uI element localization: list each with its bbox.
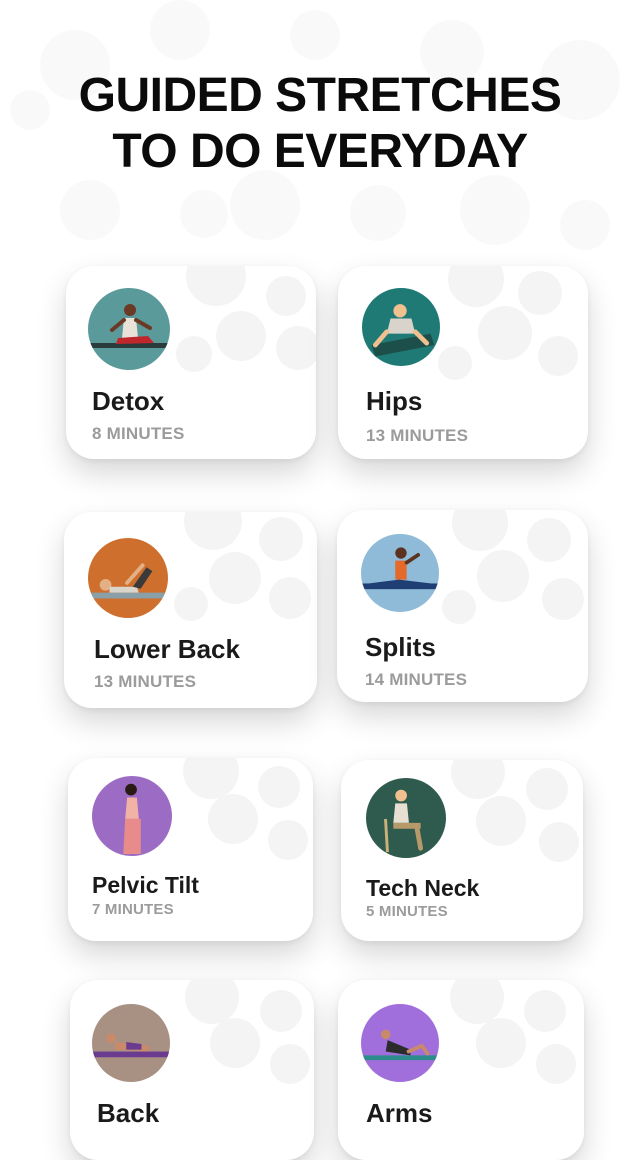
page-title-line-1: GUIDED STRETCHES (78, 69, 562, 122)
seated-phone-posture-icon (366, 778, 446, 858)
card-title: Splits (365, 632, 436, 662)
card-duration: 8 MINUTES (92, 424, 185, 443)
stretch-card-detox[interactable]: Detox 8 MINUTES (66, 266, 316, 459)
stretch-card-pelvic-tilt[interactable]: Pelvic Tilt 7 MINUTES (68, 758, 313, 941)
page-header: GUIDED STRETCHES TO DO EVERYDAY (0, 68, 640, 180)
card-title: Tech Neck (366, 875, 480, 901)
standing-pelvic-tilt-icon (92, 776, 172, 856)
stretch-card-hips[interactable]: Hips 13 MINUTES (338, 266, 588, 459)
card-title: Detox (92, 386, 165, 416)
card-title: Back (97, 1098, 160, 1128)
page-title-line-2: TO DO EVERYDAY (112, 125, 528, 178)
seated-twist-stretch-icon (88, 288, 170, 370)
stretch-card-back[interactable]: Back (70, 980, 314, 1160)
card-duration: 13 MINUTES (366, 426, 469, 445)
splits-stretch-icon (361, 534, 439, 612)
cobra-back-stretch-icon (92, 1004, 170, 1082)
card-duration: 13 MINUTES (94, 672, 197, 691)
stretch-card-arms[interactable]: Arms (338, 980, 584, 1160)
card-duration: 14 MINUTES (365, 670, 468, 689)
card-title: Arms (366, 1098, 433, 1128)
stretch-card-splits[interactable]: Splits 14 MINUTES (337, 510, 588, 702)
frog-pose-stretch-icon (362, 288, 440, 366)
card-title: Lower Back (94, 634, 240, 664)
card-title: Pelvic Tilt (92, 872, 199, 898)
card-duration: 5 MINUTES (366, 903, 448, 920)
stretch-card-lower-back[interactable]: Lower Back 13 MINUTES (64, 512, 317, 708)
seated-arm-stretch-icon (361, 1004, 439, 1082)
card-duration: 7 MINUTES (92, 901, 174, 918)
knee-to-chest-stretch-icon (88, 538, 168, 618)
card-title: Hips (366, 386, 423, 416)
stretch-card-tech-neck[interactable]: Tech Neck 5 MINUTES (341, 760, 583, 941)
